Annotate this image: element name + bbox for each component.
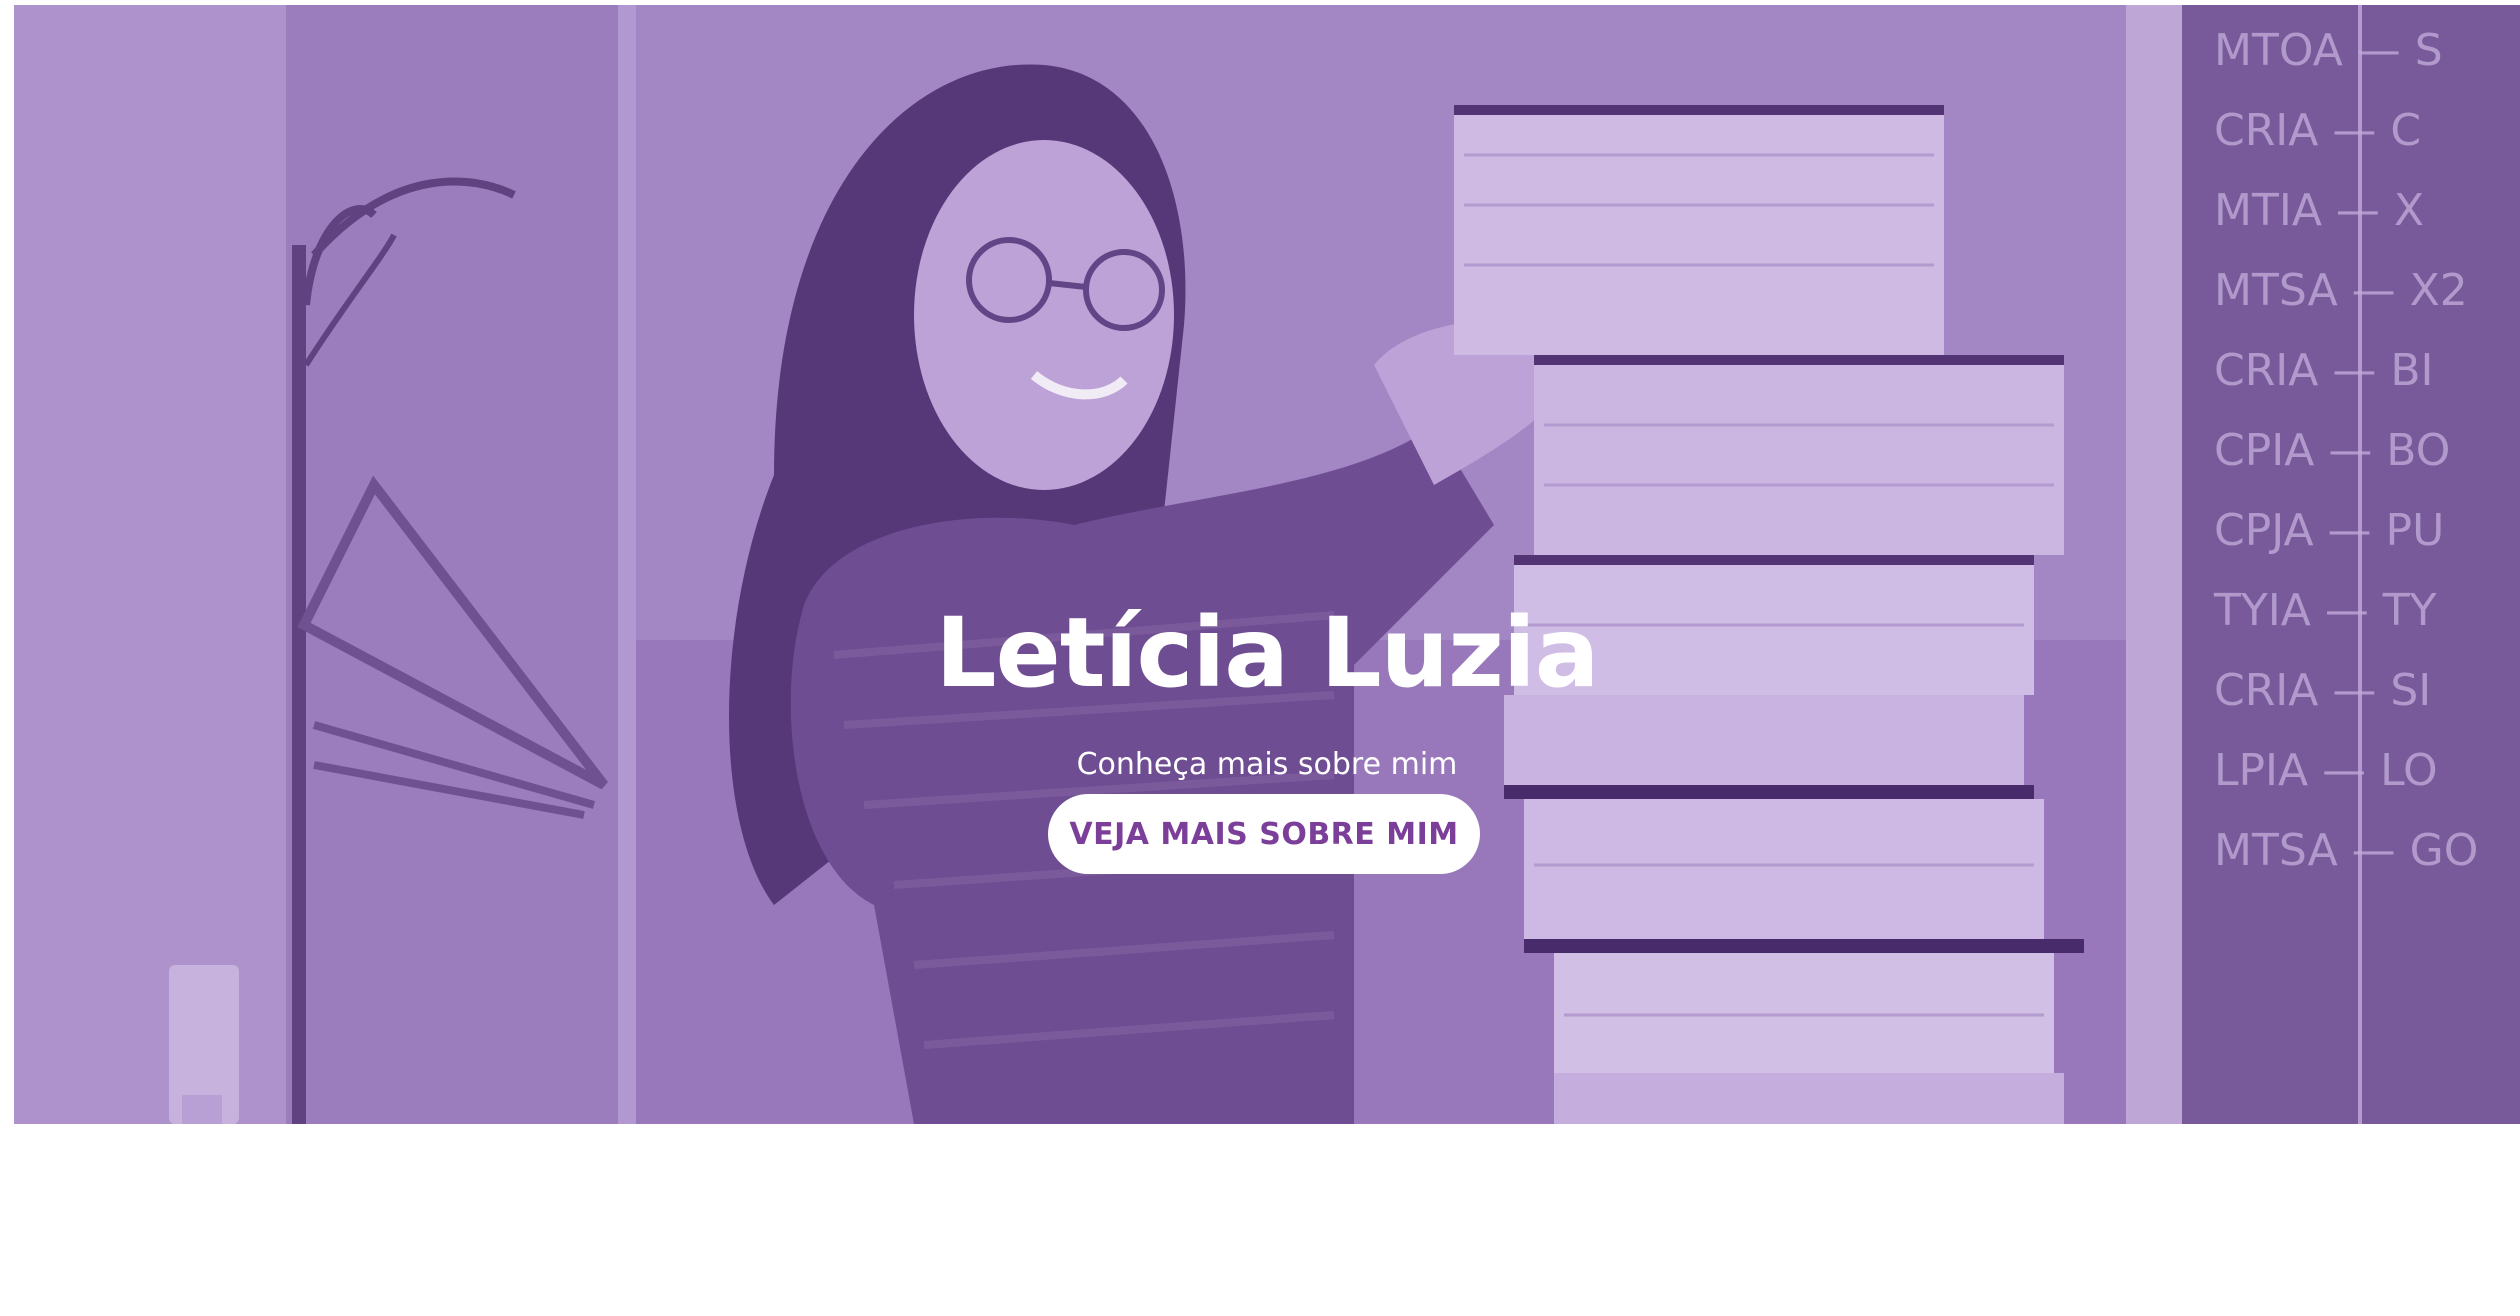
hero-banner: MTOA — S CRIA — C MTIA — X MTSA — X2 CRI… <box>14 5 2520 1124</box>
hero-subtitle: Conheça mais sobre mim <box>1076 747 1458 782</box>
hero-content: Letícia Luzia Conheça mais sobre mim VEJ… <box>14 5 2520 1124</box>
see-more-button[interactable]: VEJA MAIS SOBRE MIM <box>1048 794 1480 874</box>
hero-title: Letícia Luzia <box>935 597 1599 709</box>
